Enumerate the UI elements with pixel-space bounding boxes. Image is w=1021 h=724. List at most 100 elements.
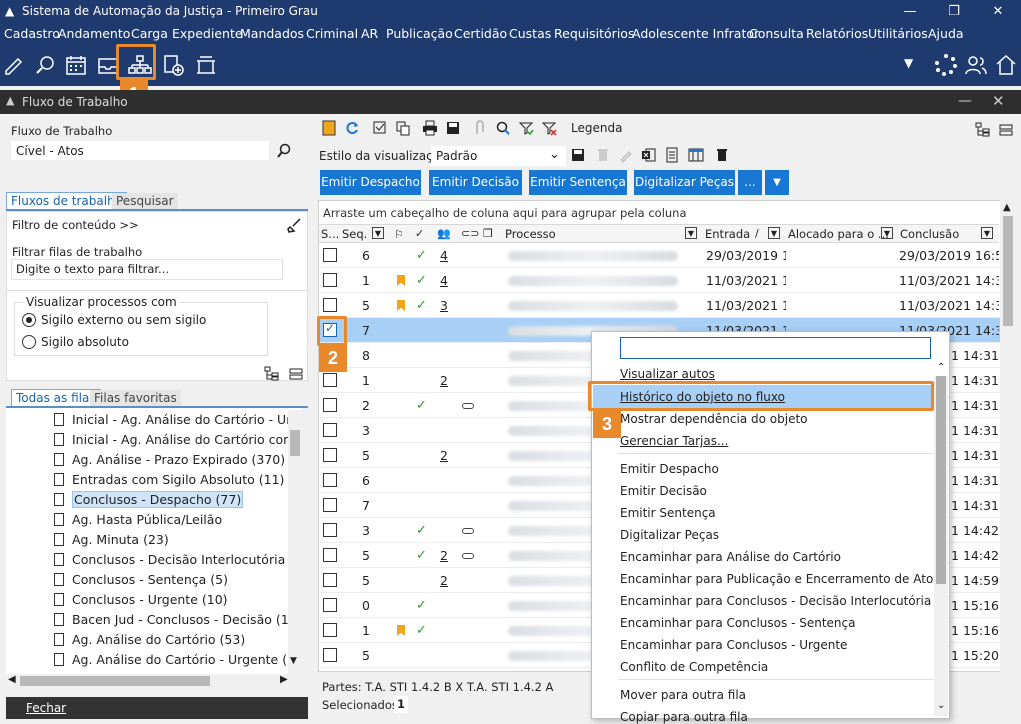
- header-alocado[interactable]: Alocado para o ...: [788, 227, 889, 241]
- court-icon[interactable]: [194, 53, 218, 77]
- tree-item[interactable]: Inicial - Ag. Análise do Cartório - Urge…: [54, 410, 302, 430]
- row-checkbox[interactable]: [323, 298, 337, 312]
- link-icon[interactable]: [462, 553, 474, 559]
- tree-item-selected[interactable]: Conclusos - Despacho (77): [54, 490, 244, 510]
- row-checkbox[interactable]: [323, 598, 337, 612]
- filter-processo-icon[interactable]: ▼: [685, 227, 697, 239]
- document-list-icon[interactable]: [664, 147, 680, 163]
- edit-icon[interactable]: [2, 53, 26, 77]
- add-document-icon[interactable]: [162, 53, 186, 77]
- print-icon[interactable]: [422, 120, 438, 136]
- chevron-down-icon[interactable]: ⌄: [549, 147, 560, 162]
- restore-icon[interactable]: ❐: [932, 0, 976, 24]
- menu-item-mover-fila[interactable]: Mover para outra fila: [620, 688, 746, 702]
- menu-mandados[interactable]: Mandados: [240, 26, 304, 41]
- find-icon[interactable]: [495, 120, 511, 136]
- fluxo-select[interactable]: Cível - Atos: [11, 141, 269, 160]
- header-select[interactable]: S...: [321, 227, 339, 241]
- tree-item[interactable]: Bacen Jud - Conclusos - Decisão (1): [54, 610, 294, 630]
- dropdown-arrow-icon[interactable]: ▼: [904, 56, 913, 70]
- users-count-cell[interactable]: 2: [440, 448, 448, 463]
- excel-icon[interactable]: [641, 147, 657, 163]
- dropdown-toggle-icon[interactable]: ▼: [765, 170, 789, 195]
- filter-clear-icon[interactable]: [541, 120, 557, 136]
- menu-custas[interactable]: Custas: [509, 26, 551, 41]
- tree-item[interactable]: Ag. Minuta (23): [54, 530, 169, 550]
- menu-andamento[interactable]: Andamento: [58, 26, 130, 41]
- row-checkbox[interactable]: [323, 548, 337, 562]
- tree-item[interactable]: Ag. Análise - Prazo Expirado (370): [54, 450, 285, 470]
- menu-cadastro[interactable]: Cadastro: [4, 26, 60, 41]
- menu-ajuda[interactable]: Ajuda: [928, 26, 964, 41]
- menu-item-tarjas[interactable]: Gerenciar Tarjas...: [620, 434, 728, 448]
- filter-check-icon[interactable]: [518, 120, 534, 136]
- users-count-cell[interactable]: 4: [440, 248, 448, 263]
- search-process-icon[interactable]: [34, 53, 58, 77]
- menu-item-conclusos-decisao[interactable]: Encaminhar para Conclusos - Decisão Inte…: [620, 594, 931, 608]
- menu-item-dependencia[interactable]: Mostrar dependência do objeto: [620, 412, 808, 426]
- more-actions-button[interactable]: ...: [738, 170, 762, 195]
- users-count-cell[interactable]: 2: [440, 373, 448, 388]
- menu-ar[interactable]: AR: [361, 26, 378, 41]
- menu-item-analise-cartorio[interactable]: Encaminhar para Análise do Cartório: [620, 550, 841, 564]
- radio-sigilo-externo[interactable]: [22, 313, 36, 327]
- menu-item-visualizar-autos[interactable]: Visualizar autos: [620, 367, 715, 381]
- tree-hscrollbar[interactable]: ◀ ▶: [6, 674, 302, 688]
- menu-certidao[interactable]: Certidão: [454, 26, 507, 41]
- row-checkbox[interactable]: [323, 273, 337, 287]
- menu-adolescente-infrator[interactable]: Adolescente Infrator: [632, 26, 759, 41]
- save-icon[interactable]: [445, 120, 461, 136]
- menu-item-publicacao[interactable]: Encaminhar para Publicação e Encerrament…: [620, 572, 933, 586]
- row-checkbox[interactable]: [323, 398, 337, 412]
- menu-publicacao[interactable]: Publicação: [386, 26, 453, 41]
- row-checkbox[interactable]: [323, 623, 337, 637]
- header-users-icon[interactable]: 👥: [437, 227, 451, 240]
- menu-item-digitalizar[interactable]: Digitalizar Peças: [620, 528, 719, 542]
- row-checkbox[interactable]: [323, 573, 337, 587]
- tab-todas-filas[interactable]: Todas as filas: [11, 389, 101, 406]
- menu-item-copiar-fila[interactable]: Copiar para outra fila: [620, 710, 748, 724]
- expand-tree-icon[interactable]: [264, 366, 280, 382]
- filtro-conteudo-toggle[interactable]: Filtro de conteúdo >>: [12, 218, 139, 232]
- tab-pesquisar[interactable]: Pesquisar: [112, 193, 178, 209]
- header-document-icon[interactable]: ❐: [483, 227, 493, 240]
- row-checkbox[interactable]: [323, 448, 337, 462]
- bookmark-icon[interactable]: [321, 120, 337, 136]
- emitir-decisao-button[interactable]: Emitir Decisão: [429, 170, 522, 195]
- menu-item-conflito[interactable]: Conflito de Competência: [620, 660, 768, 674]
- tab-fluxos[interactable]: Fluxos de trabalho: [6, 192, 128, 209]
- users-count-cell[interactable]: 2: [440, 573, 448, 588]
- row-checkbox[interactable]: [323, 373, 337, 387]
- filter-seq-icon[interactable]: ▼: [372, 227, 384, 239]
- select-all-icon[interactable]: [372, 120, 388, 136]
- tab-filas-favoritas[interactable]: Filas favoritas: [90, 390, 181, 406]
- header-seq[interactable]: Seq.: [342, 227, 367, 241]
- users-count-cell[interactable]: 3: [440, 298, 448, 313]
- menu-item-emitir-sentenca[interactable]: Emitir Sentença: [620, 506, 716, 520]
- fechar-button[interactable]: Fechar: [6, 697, 308, 719]
- calendar-icon[interactable]: [64, 53, 88, 77]
- collapse-group-icon[interactable]: [998, 122, 1014, 138]
- menu-item-emitir-despacho[interactable]: Emitir Despacho: [620, 462, 719, 476]
- menu-utilitarios[interactable]: Utilitários: [868, 26, 928, 41]
- tree-item[interactable]: Conclusos - Decisão Interlocutória (4): [54, 550, 302, 570]
- brush-icon[interactable]: [286, 217, 302, 233]
- row-checkbox[interactable]: [323, 248, 337, 262]
- tree-item[interactable]: Entradas com Sigilo Absoluto (11): [54, 470, 284, 490]
- home-icon[interactable]: [994, 53, 1018, 77]
- header-entrada[interactable]: Entrada: [705, 227, 750, 241]
- panel-close-icon[interactable]: ✕: [992, 92, 1005, 110]
- header-check-icon[interactable]: ✓: [415, 227, 424, 240]
- sort-icon[interactable]: /: [755, 227, 759, 240]
- row-checkbox[interactable]: [323, 523, 337, 537]
- header-conclusao[interactable]: Conclusão: [900, 227, 959, 241]
- menu-scrollbar[interactable]: ⌃ ⌄: [934, 362, 948, 716]
- grid-vscrollbar[interactable]: ▲: [1000, 200, 1016, 672]
- menu-item-emitir-decisao[interactable]: Emitir Decisão: [620, 484, 707, 498]
- trash-icon[interactable]: [714, 147, 730, 163]
- menu-requisitorios[interactable]: Requisitórios: [554, 26, 634, 41]
- save-view-icon[interactable]: [570, 147, 586, 163]
- menu-item-conclusos-urgente[interactable]: Encaminhar para Conclusos - Urgente: [620, 638, 847, 652]
- filter-alocado-icon[interactable]: ▼: [881, 227, 893, 239]
- refresh-icon[interactable]: [344, 120, 360, 136]
